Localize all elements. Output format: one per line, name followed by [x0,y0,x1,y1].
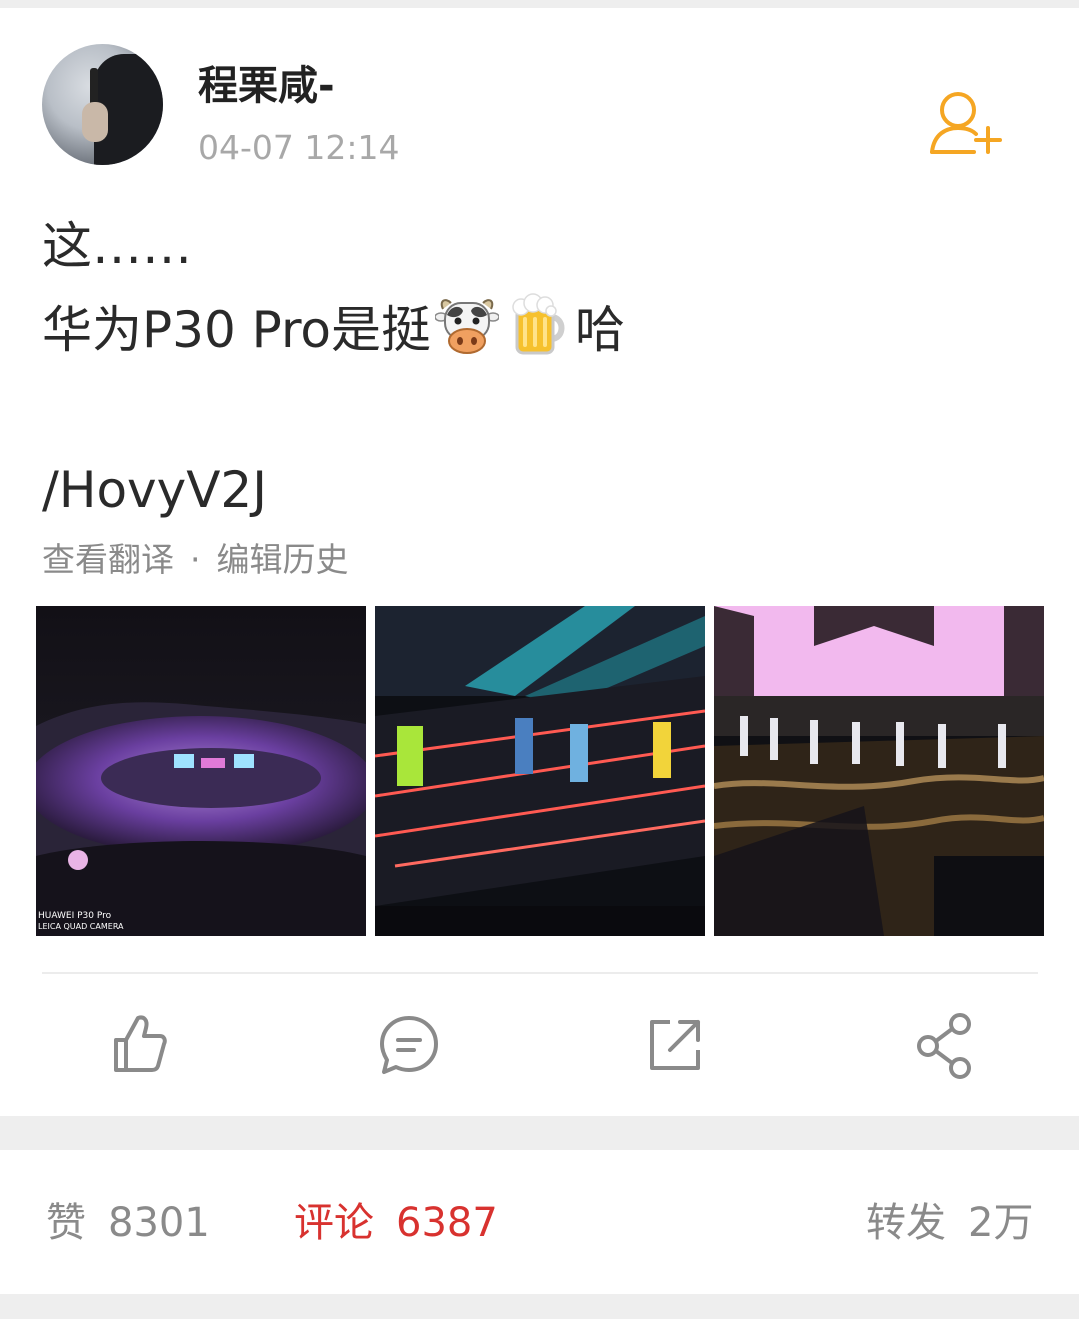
reposts-tab[interactable]: 转发 2万 [866,1198,1033,1248]
likes-label: 赞 [46,1200,86,1246]
comment-button[interactable] [374,1010,444,1080]
comment-icon [380,1016,438,1074]
post-text-segment: 华为P30 Pro是挺 [42,301,431,359]
edit-history-link[interactable]: 编辑历史 [217,540,349,579]
photo-thumbnail-3[interactable] [714,606,1044,936]
photo-thumbnail-1[interactable]: HUAWEI P30 Pro LEICA QUAD CAMERA [36,606,366,936]
add-user-icon [930,92,1002,154]
reposts-label: 转发 [866,1200,946,1246]
post-timestamp: 04-07 12:14 [198,128,400,167]
stadium-photo: HUAWEI P30 Pro LEICA QUAD CAMERA [36,606,366,936]
post-text-line-2: 华为P30 Pro是挺 哈 [42,288,1022,372]
meta-separator: · [190,540,201,579]
section-gap [0,1116,1079,1150]
comments-count: 6387 [396,1200,498,1246]
beer-mug-emoji [512,293,565,355]
translate-link[interactable]: 查看翻译 [42,540,174,579]
bottom-gap [0,1294,1079,1319]
post-meta-links: 查看翻译 · 编辑历史 [42,538,349,582]
share-button[interactable] [910,1010,980,1080]
username[interactable]: 程栗咸- [198,60,335,112]
post-card: 程栗咸- 04-07 12:14 这…… 华为P30 Pro是挺 哈 /Hovy… [0,8,1079,1116]
post-link[interactable]: /HovyV2J [42,452,267,528]
photo-watermark-line1: HUAWEI P30 Pro [38,911,112,921]
reposts-count: 2万 [968,1200,1034,1246]
likes-count: 8301 [108,1200,210,1246]
repost-button[interactable] [640,1010,710,1080]
photo-watermark-line2: LEICA QUAD CAMERA [38,922,124,931]
post-text: 这…… 华为P30 Pro是挺 哈 [42,204,1022,372]
avatar[interactable] [42,44,163,165]
divider [42,972,1038,974]
comments-label: 评论 [294,1200,374,1246]
follow-button[interactable] [928,88,1004,160]
thumbs-up-icon [114,1015,167,1072]
performance-photo [714,606,1044,936]
repost-icon [650,1020,700,1070]
post-text-line-1: 这…… [42,217,192,275]
stage-photo [375,606,705,936]
likes-tab[interactable]: 赞 8301 [46,1198,210,1248]
post-text-segment: 哈 [575,301,625,359]
avatar-hand [82,102,108,142]
like-button[interactable] [104,1010,174,1080]
stats-bar: 赞 8301 评论 6387 转发 2万 [0,1150,1079,1294]
share-icon [917,1013,971,1079]
photo-thumbnail-2[interactable] [375,606,705,936]
top-gap [0,0,1079,8]
comments-tab[interactable]: 评论 6387 [294,1198,498,1248]
cow-face-emoji [435,299,499,354]
